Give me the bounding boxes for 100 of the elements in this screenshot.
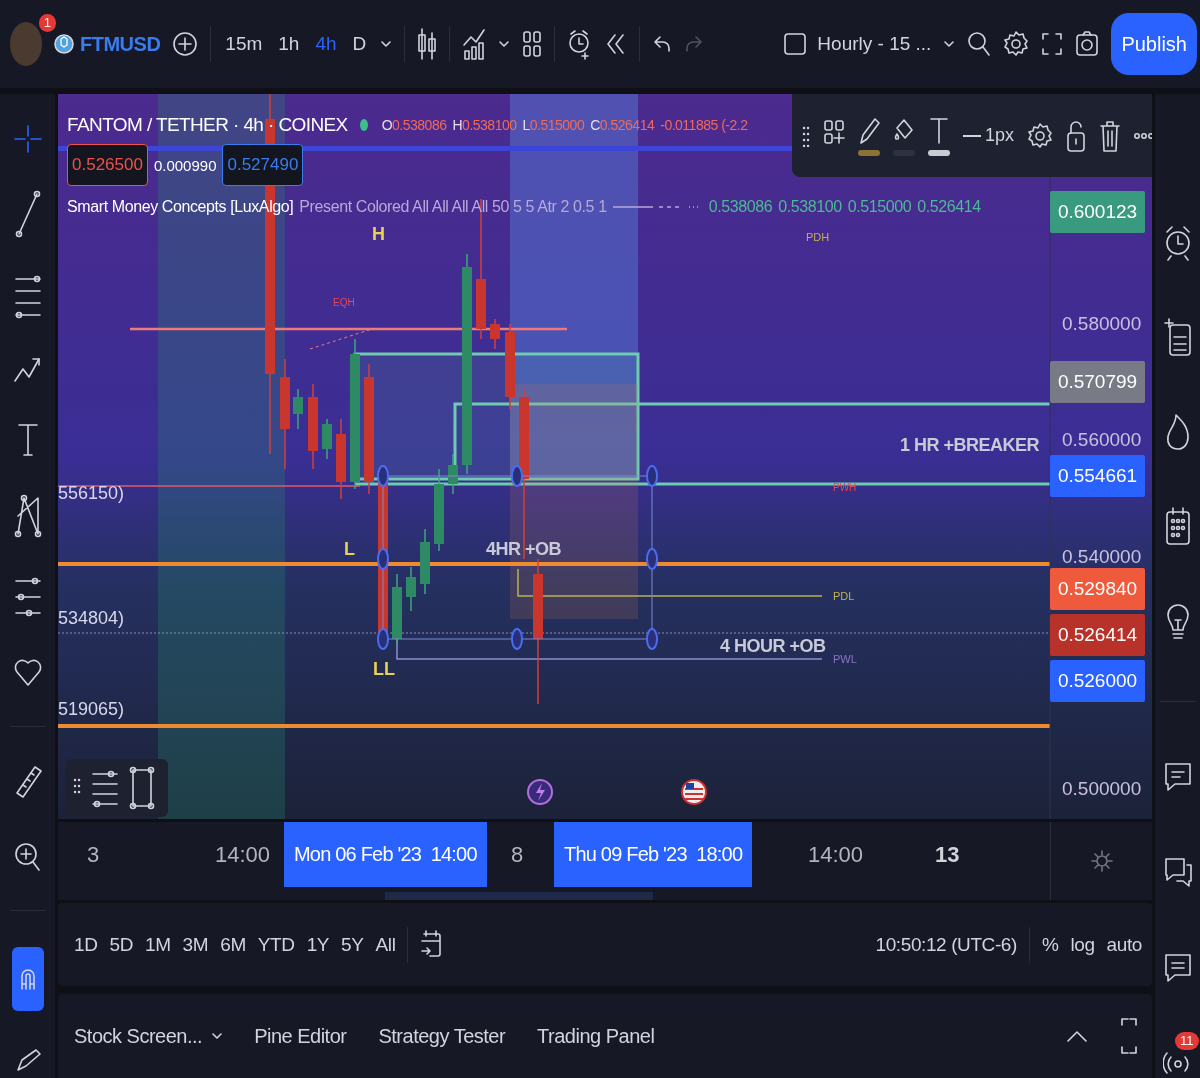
- panel-tab[interactable]: Trading Panel: [537, 1024, 655, 1048]
- panel-tab[interactable]: Pine Editor: [254, 1024, 347, 1048]
- time-tick: 14:00: [808, 840, 864, 869]
- scale-toggle[interactable]: log: [1070, 933, 1095, 956]
- crosshair-time-label: Thu 09 Feb '23 18:00: [554, 822, 753, 887]
- price-badge: 0.554661: [1050, 455, 1145, 498]
- drag-handle-icon[interactable]: [802, 124, 810, 147]
- crosshair-icon[interactable]: [12, 124, 43, 154]
- candlestick-icon[interactable]: [417, 27, 438, 61]
- settings-icon[interactable]: [1027, 120, 1054, 151]
- interval-tab[interactable]: 4h: [313, 33, 339, 55]
- panel-tab[interactable]: Strategy Tester: [378, 1024, 506, 1048]
- resize-handle[interactable]: [377, 628, 389, 650]
- price-badge: 0.529840: [1050, 567, 1145, 610]
- resize-handle[interactable]: [377, 548, 389, 570]
- candle: [322, 418, 332, 460]
- trash-icon[interactable]: [1099, 118, 1122, 153]
- candle: [406, 566, 416, 612]
- scale-toggle[interactable]: %: [1041, 933, 1059, 956]
- xabcd-pattern-icon[interactable]: [13, 494, 42, 539]
- range-button[interactable]: 5D: [109, 933, 133, 956]
- calendar-icon[interactable]: [1164, 506, 1191, 547]
- range-button[interactable]: 3M: [182, 933, 209, 956]
- price-label: 556150): [58, 482, 125, 504]
- grid-icon[interactable]: [522, 28, 543, 60]
- trend-line-icon[interactable]: [14, 190, 41, 239]
- price-badge: 0.600123: [1050, 191, 1145, 234]
- fib-lines-icon[interactable]: [12, 274, 43, 319]
- price-label: 534804): [58, 607, 125, 629]
- chevron-down-icon[interactable]: [498, 38, 511, 50]
- more-icon[interactable]: [1134, 131, 1152, 140]
- publish-button[interactable]: Publish: [1111, 13, 1197, 75]
- chart-area[interactable]: [58, 94, 1152, 819]
- resize-handle[interactable]: [511, 628, 523, 650]
- indicators-icon[interactable]: [462, 27, 487, 61]
- ohlc-value: C0.526414: [590, 117, 655, 133]
- layout-name[interactable]: Hourly - 15 ...: [817, 33, 932, 55]
- resize-handle[interactable]: [377, 465, 389, 487]
- lock-icon[interactable]: [1066, 118, 1087, 153]
- chevron-down-icon[interactable]: [943, 38, 956, 50]
- resize-handle[interactable]: [646, 628, 658, 650]
- range-button[interactable]: 1D: [74, 933, 98, 956]
- candle: [448, 453, 458, 495]
- symbol-name[interactable]: FTMUSD: [80, 32, 161, 56]
- range-button[interactable]: 5Y: [341, 933, 364, 956]
- interval-tab[interactable]: 15m: [223, 33, 265, 55]
- magnet-button[interactable]: [11, 947, 44, 1012]
- pencil-icon: [858, 115, 880, 146]
- camera-icon[interactable]: [1075, 29, 1100, 59]
- range-button[interactable]: All: [375, 933, 396, 956]
- time-tick: 3: [87, 840, 100, 869]
- time-scrollbar[interactable]: [385, 892, 653, 900]
- candle: [293, 388, 303, 430]
- buy-price-button[interactable]: 0.527490: [222, 144, 304, 186]
- candle: [420, 528, 430, 595]
- text-tool-icon: [928, 115, 950, 146]
- resize-handle[interactable]: [646, 465, 658, 487]
- text-tool-icon[interactable]: [15, 421, 40, 458]
- range-button[interactable]: 6M: [220, 933, 246, 956]
- chart-title[interactable]: FANTOM / TETHER · 4h · COINEX: [67, 114, 348, 136]
- chevron-down-icon[interactable]: [380, 38, 393, 50]
- sell-price-button[interactable]: 0.526500: [67, 144, 148, 186]
- price-badge: 0.570799: [1050, 361, 1145, 404]
- scale-toggle[interactable]: auto: [1106, 933, 1142, 956]
- price-tick: 0.580000: [1062, 312, 1142, 335]
- undo-icon[interactable]: [652, 34, 673, 54]
- range-button[interactable]: 1M: [145, 933, 171, 956]
- clock-time[interactable]: 10:50:12 (UTC-6): [875, 933, 1017, 956]
- zone-label: 4HR +OB: [486, 538, 562, 560]
- level-tag: PDL: [833, 590, 855, 602]
- checkbox-icon[interactable]: [783, 32, 808, 56]
- range-button[interactable]: YTD: [257, 933, 295, 956]
- swing-label: L: [344, 538, 355, 560]
- swing-label: LL: [373, 658, 395, 680]
- maximize-icon[interactable]: [1120, 1017, 1138, 1055]
- line-icon: [963, 133, 981, 138]
- time-tick: 13: [935, 840, 960, 869]
- fullscreen-icon[interactable]: [1041, 31, 1064, 57]
- interval-tab[interactable]: 1h: [276, 33, 302, 55]
- interval-tab[interactable]: D: [350, 33, 369, 55]
- object-tree-icon[interactable]: [91, 768, 119, 808]
- line-color-button[interactable]: [858, 115, 880, 156]
- ohlc-value: L0.515000: [522, 117, 585, 133]
- panel-tab[interactable]: Stock Screen...: [74, 1024, 223, 1048]
- rectangle-outline[interactable]: [382, 475, 653, 640]
- add-circle-icon[interactable]: [172, 31, 199, 57]
- line-width-button[interactable]: 1px: [963, 125, 1015, 146]
- range-button[interactable]: 1Y: [306, 933, 330, 956]
- indicator-value: 0.526414: [917, 198, 981, 216]
- rectangle-tool-icon[interactable]: [129, 766, 155, 810]
- resize-handle[interactable]: [646, 548, 658, 570]
- chevron-up-icon[interactable]: [1066, 1029, 1088, 1043]
- settings-icon[interactable]: [1003, 29, 1030, 59]
- resize-handle[interactable]: [511, 465, 523, 487]
- text-color-button[interactable]: [928, 115, 950, 156]
- level-tag: EQH: [333, 296, 355, 308]
- watchlist-icon[interactable]: [1163, 317, 1192, 358]
- search-icon[interactable]: [967, 31, 992, 57]
- alarm-clock-icon[interactable]: [1163, 224, 1192, 262]
- time-tick: 8: [511, 840, 524, 869]
